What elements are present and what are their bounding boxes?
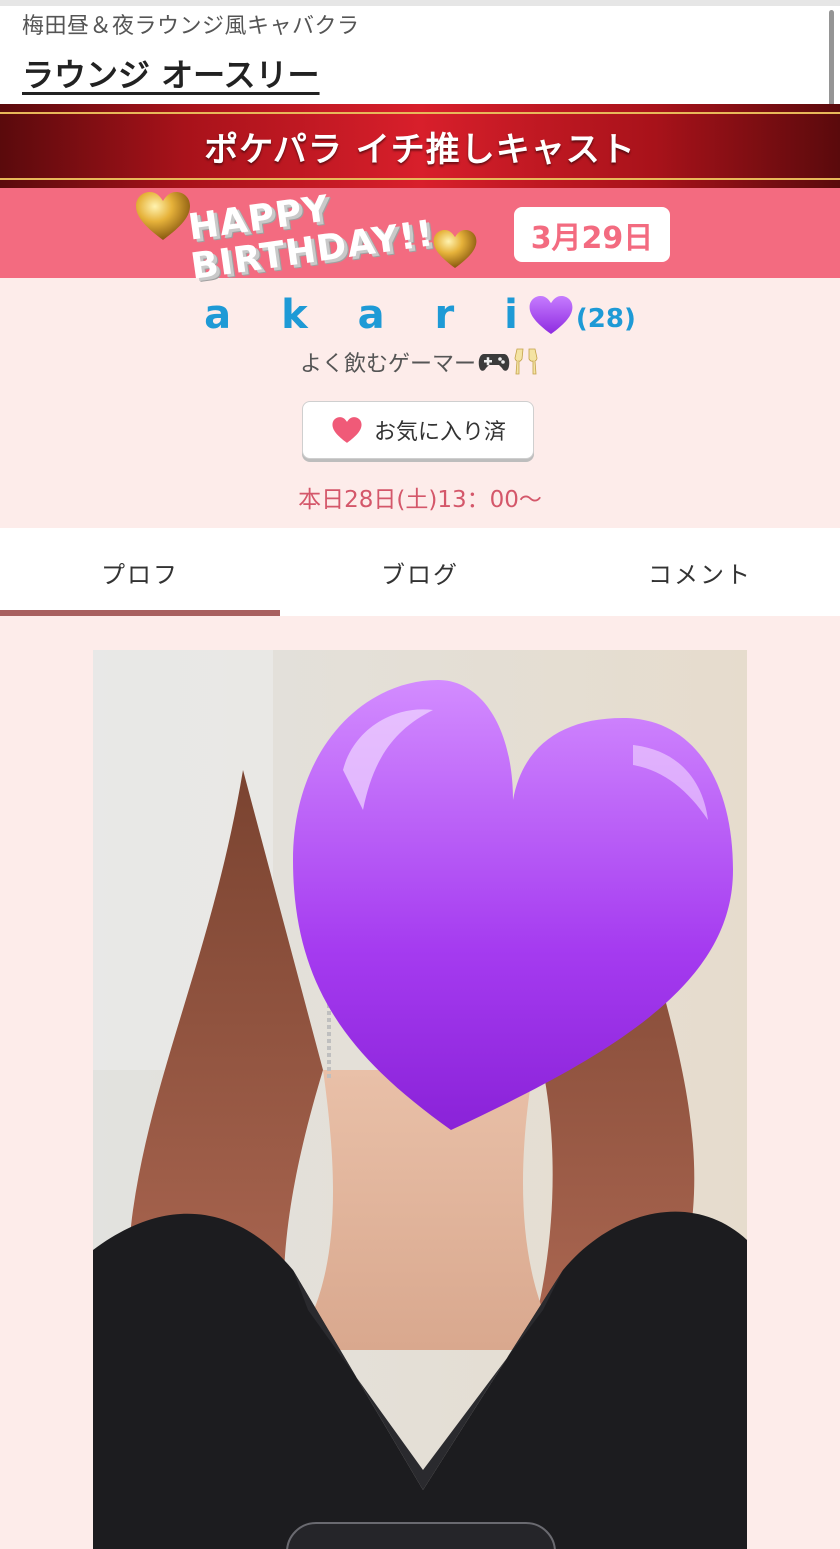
heart-icon bbox=[332, 417, 362, 443]
shop-subtitle: 梅田昼＆夜ラウンジ風キャバクラ bbox=[22, 14, 360, 39]
favorite-button-label: お気に入り済 bbox=[373, 420, 506, 445]
today-schedule: 本日28日(土)13：00〜 bbox=[298, 487, 542, 513]
purple-heart-icon bbox=[529, 295, 573, 335]
cast-photo-illustration bbox=[93, 650, 747, 1549]
catchphrase: よく飲むゲーマー bbox=[299, 352, 476, 377]
pickup-cast-banner: ポケパラ イチ推しキャスト bbox=[0, 104, 840, 188]
gold-heart-icon bbox=[136, 192, 190, 240]
cast-age: (28) bbox=[575, 304, 636, 334]
tab-profile[interactable]: プロフ bbox=[0, 528, 280, 616]
champagne-icon bbox=[514, 348, 538, 375]
gold-heart-icon bbox=[433, 229, 477, 269]
profile-tabs: プロフ ブログ コメント bbox=[0, 528, 840, 616]
shop-header: 梅田昼＆夜ラウンジ風キャバクラ ラウンジ オースリー bbox=[0, 0, 840, 104]
cast-name-row: a k a r i (28) bbox=[0, 292, 840, 338]
pickup-banner-text: ポケパラ イチ推しキャスト bbox=[204, 129, 636, 170]
cast-name: a k a r i bbox=[204, 292, 536, 338]
birthday-date-badge: 3月29日 bbox=[514, 207, 670, 262]
catchphrase-row: よく飲むゲーマー bbox=[0, 346, 840, 378]
happy-birthday-graphic: HAPPY BIRTHDAY!! bbox=[132, 188, 480, 288]
shop-name-link[interactable]: ラウンジ オースリー bbox=[22, 50, 320, 96]
tab-blog[interactable]: ブログ bbox=[280, 528, 560, 616]
game-controller-icon bbox=[478, 354, 510, 371]
cast-photo[interactable] bbox=[93, 650, 747, 1549]
photo-overlay-button[interactable] bbox=[286, 1522, 556, 1549]
favorite-button[interactable]: お気に入り済 bbox=[302, 401, 534, 459]
tab-comment[interactable]: コメント bbox=[560, 528, 840, 616]
